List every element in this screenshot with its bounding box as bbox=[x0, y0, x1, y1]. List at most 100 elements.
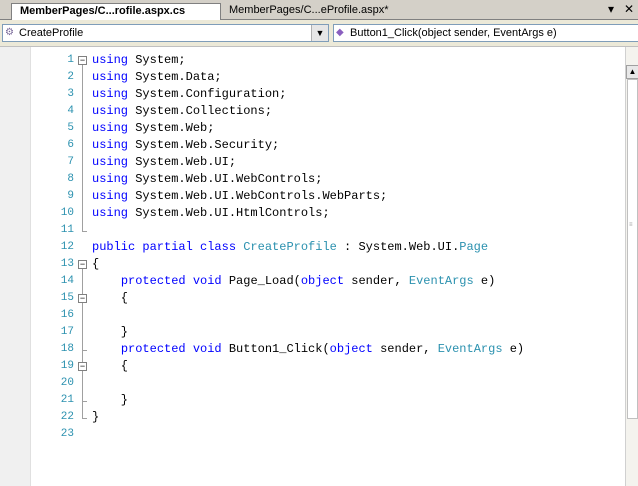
tab-aspx-page[interactable]: MemberPages/C...eProfile.aspx* bbox=[221, 3, 389, 19]
chevron-down-icon[interactable]: ▼ bbox=[311, 25, 328, 41]
code-line[interactable]: 4 using System.Collections; bbox=[0, 103, 625, 120]
close-icon[interactable]: ✕ bbox=[624, 2, 634, 16]
code-text: using System.Collections; bbox=[92, 103, 272, 120]
line-number: 11 bbox=[60, 224, 74, 236]
code-line[interactable]: 21 } bbox=[0, 392, 625, 409]
code-text: public partial class CreateProfile : Sys… bbox=[92, 239, 488, 256]
code-line[interactable]: 16 bbox=[0, 307, 625, 324]
line-number: 4 bbox=[67, 105, 74, 117]
code-line[interactable]: 8 using System.Web.UI.WebControls; bbox=[0, 171, 625, 188]
code-text: using System.Web; bbox=[92, 120, 214, 137]
line-number: 23 bbox=[60, 428, 74, 440]
code-line[interactable]: 2 using System.Data; bbox=[0, 69, 625, 86]
line-number: 1 bbox=[67, 54, 74, 66]
method-icon: ◆ bbox=[336, 27, 344, 38]
keyword-token: using bbox=[92, 104, 129, 118]
line-number: 5 bbox=[67, 122, 74, 134]
code-token: System.Data; bbox=[128, 70, 222, 84]
tab-code-behind[interactable]: MemberPages/C...rofile.aspx.cs bbox=[11, 3, 221, 20]
code-text: using System.Data; bbox=[92, 69, 222, 86]
code-editor[interactable]: 1 using System; 2 using System.Data; 3 using … bbox=[0, 47, 625, 486]
class-dropdown[interactable]: ⚙ CreateProfile ▼ bbox=[2, 24, 329, 42]
code-line[interactable]: 18 protected void Button1_Click(object s… bbox=[0, 341, 625, 358]
outline-end bbox=[82, 401, 87, 402]
code-text: } bbox=[92, 409, 99, 426]
keyword-token: object bbox=[300, 274, 345, 288]
code-token: System; bbox=[128, 53, 186, 67]
code-token: System.Configuration; bbox=[128, 87, 287, 101]
tab-label: MemberPages/C...eProfile.aspx* bbox=[229, 4, 389, 16]
code-token: System.Web.UI.WebControls.WebParts; bbox=[128, 189, 388, 203]
code-token: } bbox=[92, 393, 129, 407]
collapse-using-block-icon[interactable]: − bbox=[78, 56, 87, 65]
scroll-up-button[interactable]: ▲ bbox=[626, 65, 638, 79]
code-text: using System.Web.Security; bbox=[92, 137, 279, 154]
code-line[interactable]: 23 bbox=[0, 426, 625, 443]
line-number: 19 bbox=[60, 360, 74, 372]
type-token: CreateProfile bbox=[243, 240, 337, 254]
code-line[interactable]: 15 { bbox=[0, 290, 625, 307]
code-line[interactable]: 19 { bbox=[0, 358, 625, 375]
code-line[interactable]: 12 public partial class CreateProfile : S… bbox=[0, 239, 625, 256]
code-line[interactable]: 22} bbox=[0, 409, 625, 426]
keyword-token: protected void bbox=[120, 274, 222, 288]
line-number: 6 bbox=[67, 139, 74, 151]
keyword-token: using bbox=[92, 70, 129, 84]
code-text: using System.Web.UI.WebControls.WebParts… bbox=[92, 188, 387, 205]
code-token: System.Web.UI.HtmlControls; bbox=[128, 206, 330, 220]
keyword-token: protected void bbox=[120, 342, 222, 356]
vertical-scrollbar[interactable]: ▲ ≡ bbox=[625, 47, 638, 486]
outline-line bbox=[82, 269, 83, 418]
code-line[interactable]: 11 bbox=[0, 222, 625, 239]
code-line[interactable]: 5 using System.Web; bbox=[0, 120, 625, 137]
code-token: { bbox=[92, 291, 129, 305]
line-number: 9 bbox=[67, 190, 74, 202]
outline-end bbox=[82, 350, 87, 351]
code-token: System.Web; bbox=[128, 121, 215, 135]
code-text: using System.Configuration; bbox=[92, 86, 286, 103]
tab-list-dropdown-icon[interactable]: ▾ bbox=[608, 2, 614, 16]
type-token: Page bbox=[459, 240, 489, 254]
code-token: e) bbox=[502, 342, 525, 356]
code-text: } bbox=[92, 392, 128, 409]
code-line[interactable]: 13 { bbox=[0, 256, 625, 273]
navigation-bar: ⚙ CreateProfile ▼ ◆ Button1_Click(object… bbox=[0, 20, 638, 47]
outline-end bbox=[82, 231, 87, 232]
code-token: System.Web.UI.WebControls; bbox=[128, 172, 323, 186]
member-dropdown[interactable]: ◆ Button1_Click(object sender, EventArgs… bbox=[333, 24, 638, 42]
line-number: 3 bbox=[67, 88, 74, 100]
code-line[interactable]: 3 using System.Configuration; bbox=[0, 86, 625, 103]
code-text: } bbox=[92, 324, 128, 341]
code-token: sender, bbox=[344, 274, 409, 288]
keyword-token: using bbox=[92, 189, 129, 203]
keyword-token: using bbox=[92, 155, 129, 169]
document-tab-bar: MemberPages/C...rofile.aspx.cs MemberPag… bbox=[0, 0, 638, 20]
code-line[interactable]: 20 bbox=[0, 375, 625, 392]
code-token: { bbox=[92, 359, 129, 373]
code-token: sender, bbox=[372, 342, 438, 356]
line-number: 7 bbox=[67, 156, 74, 168]
code-line[interactable]: 9 using System.Web.UI.WebControls.WebPart… bbox=[0, 188, 625, 205]
keyword-token: using bbox=[92, 53, 129, 67]
code-line[interactable]: 14 protected void Page_Load(object sende… bbox=[0, 273, 625, 290]
line-number: 17 bbox=[60, 326, 74, 338]
keyword-token: object bbox=[329, 342, 373, 356]
code-line[interactable]: 17 } bbox=[0, 324, 625, 341]
line-number: 16 bbox=[60, 309, 74, 321]
outline-line bbox=[82, 65, 83, 231]
code-line[interactable]: 6 using System.Web.Security; bbox=[0, 137, 625, 154]
collapse-class-icon[interactable]: − bbox=[78, 260, 87, 269]
code-line[interactable]: 7 using System.Web.UI; bbox=[0, 154, 625, 171]
line-number: 10 bbox=[60, 207, 74, 219]
code-line[interactable]: 1 using System; bbox=[0, 52, 625, 69]
line-number: 15 bbox=[60, 292, 74, 304]
code-line[interactable]: 10 using System.Web.UI.HtmlControls; bbox=[0, 205, 625, 222]
collapse-button-click-icon[interactable]: − bbox=[78, 362, 87, 371]
outline-end bbox=[82, 418, 87, 419]
scrollbar-thumb[interactable] bbox=[627, 79, 638, 419]
line-number: 14 bbox=[60, 275, 74, 287]
code-text: protected void Button1_Click(object send… bbox=[92, 341, 524, 358]
code-token: } bbox=[92, 325, 129, 339]
collapse-page-load-icon[interactable]: − bbox=[78, 294, 87, 303]
member-dropdown-value: Button1_Click(object sender, EventArgs e… bbox=[350, 27, 557, 39]
